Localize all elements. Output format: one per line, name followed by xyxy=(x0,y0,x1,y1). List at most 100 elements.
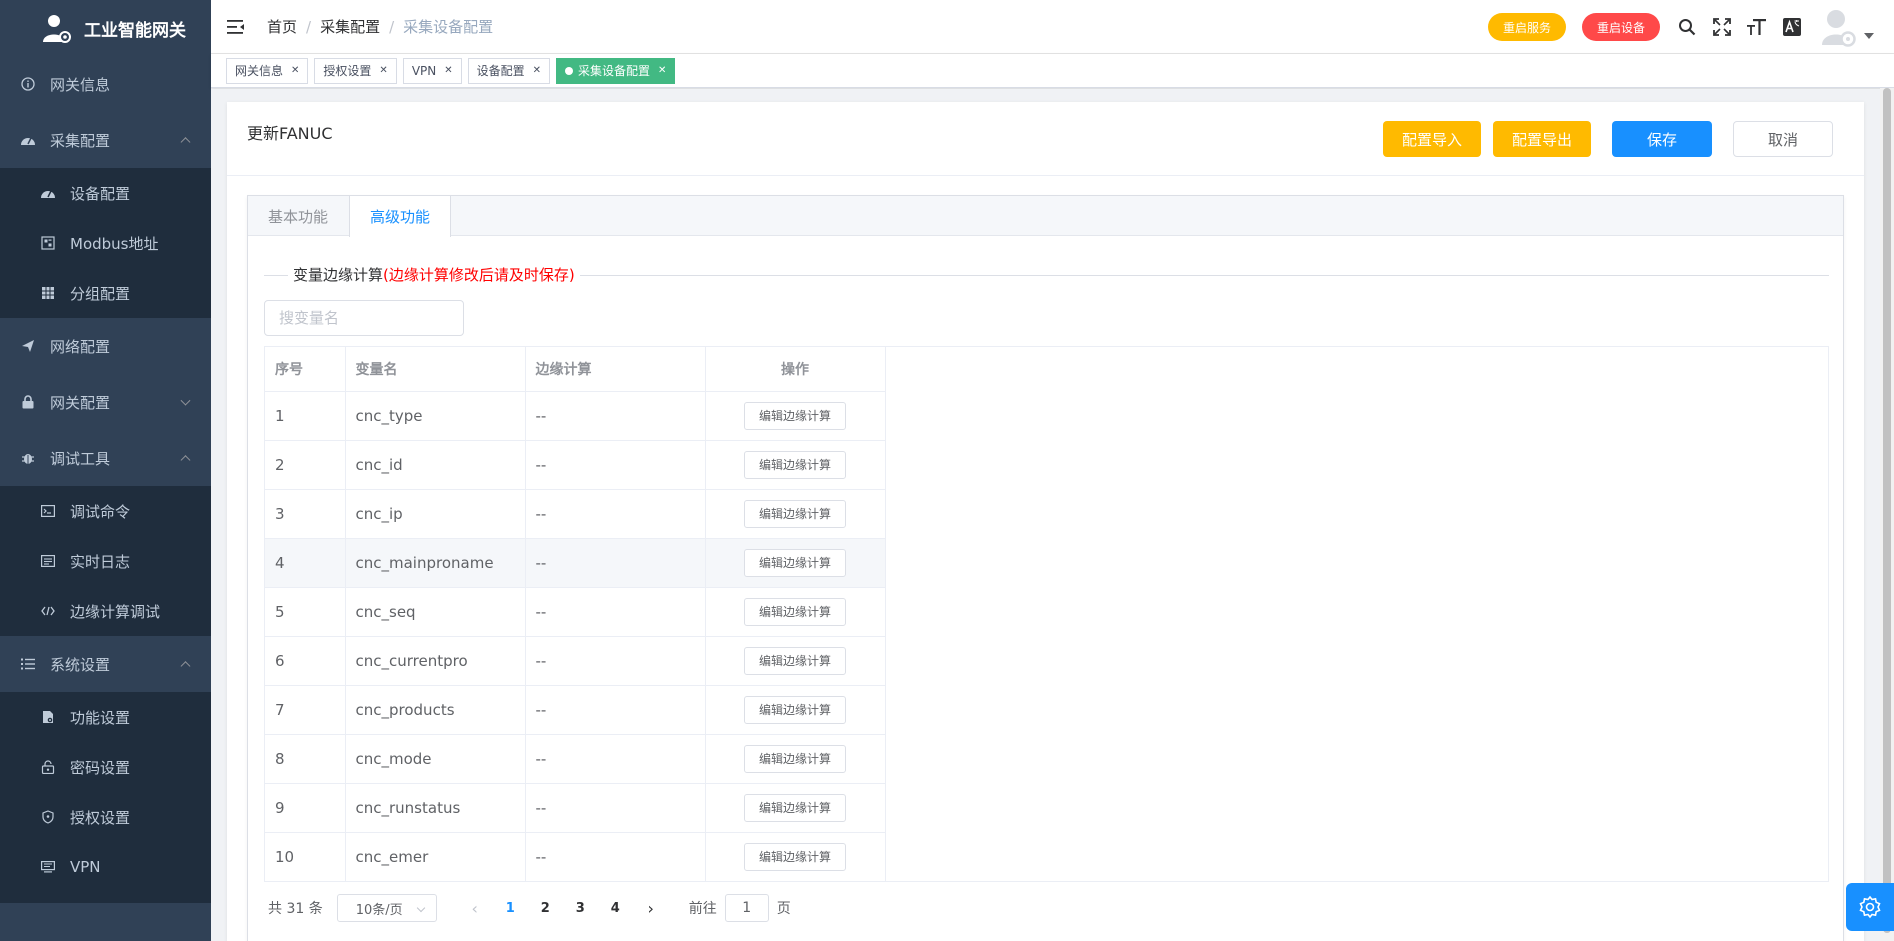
submenu-debug-tools: 调试命令 实时日志 边缘计算调试 xyxy=(0,486,211,636)
sidebar-item-collect-config[interactable]: 采集配置 xyxy=(0,112,211,168)
edit-edge-calc-button[interactable]: 编辑边缘计算 xyxy=(743,450,846,479)
settings-fab-button[interactable] xyxy=(1846,883,1894,931)
tab-basic[interactable]: 基本功能 xyxy=(248,196,349,236)
sidebar-item-edge-debug[interactable]: 边缘计算调试 xyxy=(0,586,211,636)
cell-calc: -- xyxy=(525,440,706,490)
goto-prefix: 前往 xyxy=(688,901,717,917)
breadcrumb-home[interactable]: 首页 xyxy=(267,16,297,37)
sidebar-item-system-settings[interactable]: 系统设置 xyxy=(0,636,211,692)
shield-icon xyxy=(40,810,56,824)
page-number[interactable]: 4 xyxy=(598,901,633,916)
page-number[interactable]: 2 xyxy=(528,901,563,916)
tab-advanced[interactable]: 高级功能 xyxy=(349,196,452,237)
table-body: 1 cnc_type -- 编辑边缘计算 2 cnc_id -- 编辑边缘计算 3 cnc_ip -… xyxy=(265,391,886,882)
sidebar-item-label: 授权设置 xyxy=(70,808,131,827)
info-icon xyxy=(20,77,36,91)
tag-gateway-info[interactable]: 网关信息 ✕ xyxy=(226,57,309,84)
cell-name: cnc_ip xyxy=(345,489,526,539)
sidebar-item-debug-command[interactable]: 调试命令 xyxy=(0,486,211,536)
edit-edge-calc-button[interactable]: 编辑边缘计算 xyxy=(743,548,846,577)
cell-name: cnc_mainproname xyxy=(345,538,526,588)
tag-label: 设备配置 xyxy=(476,64,525,78)
scrollbar-thumb[interactable] xyxy=(1883,88,1891,933)
edit-edge-calc-button[interactable]: 编辑边缘计算 xyxy=(743,744,846,773)
font-size-icon[interactable] xyxy=(1746,16,1768,38)
sidebar-item-realtime-log[interactable]: 实时日志 xyxy=(0,536,211,586)
next-page-icon[interactable]: › xyxy=(633,899,669,918)
modbus-icon xyxy=(40,236,56,250)
sidebar-item-label: 网关信息 xyxy=(50,75,111,94)
export-config-button[interactable]: 配置导出 xyxy=(1493,121,1591,157)
close-icon[interactable]: ✕ xyxy=(658,65,666,76)
tag-vpn[interactable]: VPN ✕ xyxy=(402,57,462,84)
log-icon xyxy=(40,555,56,567)
prev-page-icon[interactable]: ‹ xyxy=(457,899,493,918)
sidebar-item-label: 采集配置 xyxy=(50,131,111,150)
sidebar-item-label: 实时日志 xyxy=(70,552,131,571)
sidebar-item-gateway-info[interactable]: 网关信息 xyxy=(0,56,211,112)
sidebar-item-label: Modbus地址 xyxy=(70,234,159,253)
cell-action: 编辑边缘计算 xyxy=(705,440,886,490)
goto-page-input[interactable] xyxy=(724,894,769,922)
tag-label: 采集设备配置 xyxy=(578,64,651,78)
import-config-button[interactable]: 配置导入 xyxy=(1383,121,1481,157)
terminal-icon xyxy=(40,505,56,517)
sidebar-item-debug-tools[interactable]: 调试工具 xyxy=(0,430,211,486)
sidebar-item-license-settings[interactable]: 授权设置 xyxy=(0,792,211,842)
sidebar-item-gateway-config[interactable]: 网关配置 xyxy=(0,374,211,430)
edit-edge-calc-button[interactable]: 编辑边缘计算 xyxy=(743,646,846,675)
close-icon[interactable]: ✕ xyxy=(379,65,387,76)
chevron-up-icon xyxy=(180,455,191,466)
page-number[interactable]: 3 xyxy=(563,901,598,916)
cell-name: cnc_type xyxy=(345,391,526,441)
navbar-right: 重启服务 重启设备 xyxy=(1487,0,1894,54)
chevron-down-icon xyxy=(416,903,425,913)
table-header-row: 序号 变量名 边缘计算 操作 xyxy=(265,347,886,392)
close-icon[interactable]: ✕ xyxy=(533,65,541,76)
caret-down-icon[interactable] xyxy=(1864,33,1874,39)
sidebar-item-network-config[interactable]: 网络配置 xyxy=(0,318,211,374)
send-icon xyxy=(20,339,36,353)
sidebar-item-modbus-address[interactable]: Modbus地址 xyxy=(0,218,211,268)
sidebar-item-function-settings[interactable]: 功能设置 xyxy=(0,692,211,742)
code-icon xyxy=(40,606,56,616)
gateway-logo-icon xyxy=(43,15,71,43)
close-icon[interactable]: ✕ xyxy=(444,65,452,76)
edit-edge-calc-button[interactable]: 编辑边缘计算 xyxy=(743,401,846,430)
sidebar-item-password-settings[interactable]: 密码设置 xyxy=(0,742,211,792)
sidebar-item-group-config[interactable]: 分组配置 xyxy=(0,268,211,318)
gear-icon xyxy=(1859,895,1881,919)
page-scrollbar[interactable] xyxy=(1880,88,1894,941)
cell-calc: -- xyxy=(525,391,706,441)
sidebar-item-label: 调试命令 xyxy=(70,502,131,521)
sidebar-item-vpn[interactable]: VPN xyxy=(0,842,211,892)
save-button[interactable]: 保存 xyxy=(1612,121,1712,157)
tags-view: 网关信息 ✕ 授权设置 ✕ VPN ✕ 设备配置 ✕ 采集设备配置 ✕ xyxy=(211,54,1894,88)
fullscreen-icon[interactable] xyxy=(1711,16,1733,38)
edit-edge-calc-button[interactable]: 编辑边缘计算 xyxy=(743,499,846,528)
menu-fold-icon xyxy=(227,19,244,34)
edit-edge-calc-button[interactable]: 编辑边缘计算 xyxy=(743,842,846,871)
sidebar-item-device-config[interactable]: 设备配置 xyxy=(0,168,211,218)
restart-service-button[interactable]: 重启服务 xyxy=(1487,13,1566,41)
tag-label: VPN xyxy=(411,63,437,78)
edit-card: 更新FANUC 配置导入 配置导出 保存 取消 基本功能 高级功能 变量边缘计算… xyxy=(227,102,1864,941)
tag-collect-device-config[interactable]: 采集设备配置 ✕ xyxy=(556,57,676,84)
edit-edge-calc-button[interactable]: 编辑边缘计算 xyxy=(743,597,846,626)
tag-license-settings[interactable]: 授权设置 ✕ xyxy=(314,57,397,84)
user-avatar-icon[interactable] xyxy=(1820,7,1856,47)
search-icon[interactable] xyxy=(1676,16,1698,38)
close-icon[interactable]: ✕ xyxy=(291,65,299,76)
breadcrumb-collect-config[interactable]: 采集配置 xyxy=(320,16,380,37)
hamburger-button[interactable] xyxy=(211,0,261,54)
restart-device-button[interactable]: 重启设备 xyxy=(1581,13,1660,41)
tabs-header: 基本功能 高级功能 xyxy=(248,196,1843,237)
translate-icon[interactable] xyxy=(1781,16,1803,38)
edit-edge-calc-button[interactable]: 编辑边缘计算 xyxy=(743,793,846,822)
page-number[interactable]: 1 xyxy=(493,901,528,916)
search-input[interactable] xyxy=(264,300,464,336)
edit-edge-calc-button[interactable]: 编辑边缘计算 xyxy=(743,695,846,724)
page-size-select[interactable]: 10条/页 xyxy=(336,894,437,922)
cancel-button[interactable]: 取消 xyxy=(1733,121,1833,157)
tag-device-config[interactable]: 设备配置 ✕ xyxy=(467,57,551,84)
